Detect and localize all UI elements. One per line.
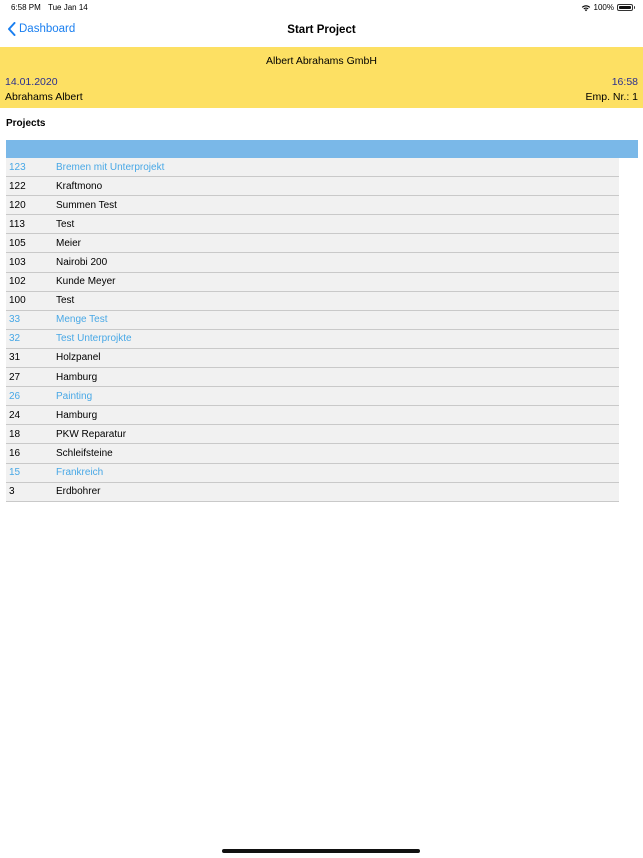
project-name: Bremen mit Unterprojekt (56, 161, 165, 173)
project-row[interactable]: 16 Schleifsteine (6, 444, 619, 464)
project-name: Test Unterprojkte (56, 333, 132, 345)
battery-percent: 100% (593, 3, 614, 12)
project-name: Erdbohrer (56, 486, 101, 498)
project-name: Test (56, 295, 75, 307)
project-row[interactable]: 15 Frankreich (6, 464, 619, 483)
project-id: 100 (9, 295, 26, 307)
project-row[interactable]: 120 Summen Test (6, 196, 619, 216)
project-row[interactable]: 123 Bremen mit Unterprojekt (6, 158, 619, 178)
project-name: Frankreich (56, 467, 104, 479)
table-header (6, 140, 638, 158)
project-id: 105 (9, 237, 26, 249)
project-name: Test (56, 218, 75, 230)
project-id: 33 (9, 314, 21, 326)
project-name: Schleifsteine (56, 447, 113, 459)
employee-name: Abrahams Albert (5, 91, 83, 103)
project-row[interactable]: 113 Test (6, 215, 619, 235)
home-indicator[interactable] (222, 849, 420, 853)
project-id: 120 (9, 199, 26, 211)
project-name: Painting (56, 390, 93, 402)
project-name: Summen Test (56, 199, 117, 211)
project-id: 113 (9, 218, 25, 230)
project-name: Menge Test (56, 314, 108, 326)
page-title: Start Project (287, 24, 356, 36)
status-date: Tue Jan 14 (48, 3, 88, 12)
employee-number: Emp. Nr.: 1 (585, 91, 638, 103)
project-id: 26 (9, 390, 21, 402)
status-bar: 6:58 PM Tue Jan 14 100% (0, 0, 643, 16)
project-id: 123 (9, 161, 26, 173)
project-row[interactable]: 3 Erdbohrer (6, 483, 619, 502)
project-id: 102 (9, 276, 26, 288)
company-name: Albert Abrahams GmbH (266, 55, 377, 67)
projects-section-title: Projects (6, 118, 46, 129)
current-date: 14.01.2020 (5, 76, 58, 88)
current-time: 16:58 (611, 76, 638, 88)
project-row[interactable]: 33 Menge Test (6, 311, 619, 330)
project-row[interactable]: 105 Meier (6, 234, 619, 254)
project-row[interactable]: 103 Nairobi 200 (6, 253, 619, 273)
project-id: 3 (9, 486, 15, 498)
battery-icon (617, 4, 635, 11)
project-name: Kunde Meyer (56, 276, 116, 288)
status-time: 6:58 PM (11, 3, 41, 12)
employee-header: Albert Abrahams GmbH 14.01.2020 16:58 Ab… (0, 47, 643, 108)
project-id: 18 (9, 428, 21, 440)
project-row[interactable]: 27 Hamburg (6, 368, 619, 388)
navigation-bar: Dashboard Start Project (0, 16, 643, 47)
project-name: Nairobi 200 (56, 257, 108, 269)
project-name: Hamburg (56, 371, 98, 383)
project-row[interactable]: 100 Test (6, 292, 619, 311)
status-indicators: 100% (581, 3, 635, 12)
project-row[interactable]: 102 Kunde Meyer (6, 273, 619, 292)
project-row[interactable]: 18 PKW Reparatur (6, 425, 619, 445)
project-id: 122 (9, 180, 26, 192)
project-id: 15 (9, 467, 21, 479)
project-name: PKW Reparatur (56, 428, 127, 440)
project-name: Hamburg (56, 409, 98, 421)
project-name: Holzpanel (56, 352, 101, 364)
project-name: Kraftmono (56, 180, 103, 192)
project-id: 103 (9, 257, 26, 269)
project-row[interactable]: 24 Hamburg (6, 406, 619, 426)
wifi-icon (581, 4, 590, 11)
project-list: 123 Bremen mit Unterprojekt 122 Kraftmono 12… (6, 158, 619, 502)
project-id: 24 (9, 409, 21, 421)
project-row[interactable]: 122 Kraftmono (6, 177, 619, 197)
project-row[interactable]: 31 Holzpanel (6, 349, 619, 369)
project-id: 32 (9, 333, 21, 345)
project-id: 27 (9, 371, 21, 383)
project-row[interactable]: 32 Test Unterprojkte (6, 330, 619, 349)
project-name: Meier (56, 237, 82, 249)
project-id: 16 (9, 447, 21, 459)
project-id: 31 (9, 352, 21, 364)
project-row[interactable]: 26 Painting (6, 387, 619, 407)
